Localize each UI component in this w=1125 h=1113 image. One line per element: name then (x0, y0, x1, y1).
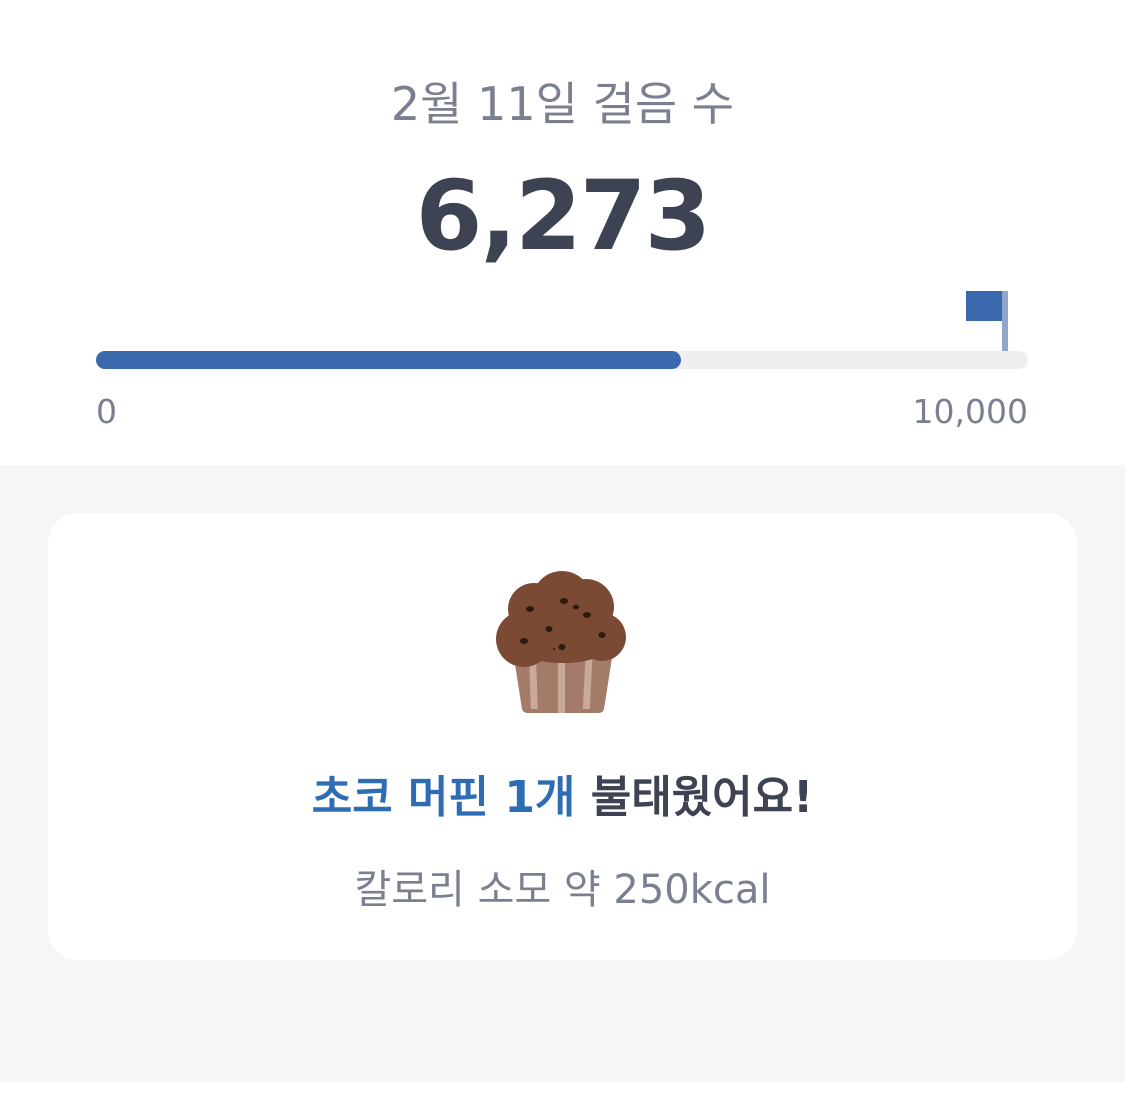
achievement-card: 초코 머핀 1개 불태웠어요! 칼로리 소모 약 250kcal (48, 513, 1077, 960)
headline-accent-text: 초코 머핀 1개 (311, 772, 576, 823)
progress-max-label: 10,000 (912, 392, 1028, 431)
headline-rest-text: 불태웠어요! (575, 772, 814, 823)
step-count: 6,273 (415, 160, 712, 272)
date-step-label: 2월 11일 걸음 수 (390, 77, 735, 131)
goal-flag-icon (966, 291, 1008, 353)
progress-min-label: 0 (96, 392, 117, 431)
step-summary-section: 2월 11일 걸음 수 6,273 0 10,000 (0, 0, 1125, 465)
step-progress-bar (96, 351, 1028, 369)
step-progress-fill (96, 351, 681, 369)
achievement-section: 초코 머핀 1개 불태웠어요! 칼로리 소모 약 250kcal (0, 465, 1125, 1082)
chocolate-muffin-icon (496, 571, 626, 713)
calorie-burned-text: 칼로리 소모 약 250kcal (354, 867, 771, 913)
achievement-headline: 초코 머핀 1개 불태웠어요! (48, 761, 1077, 825)
